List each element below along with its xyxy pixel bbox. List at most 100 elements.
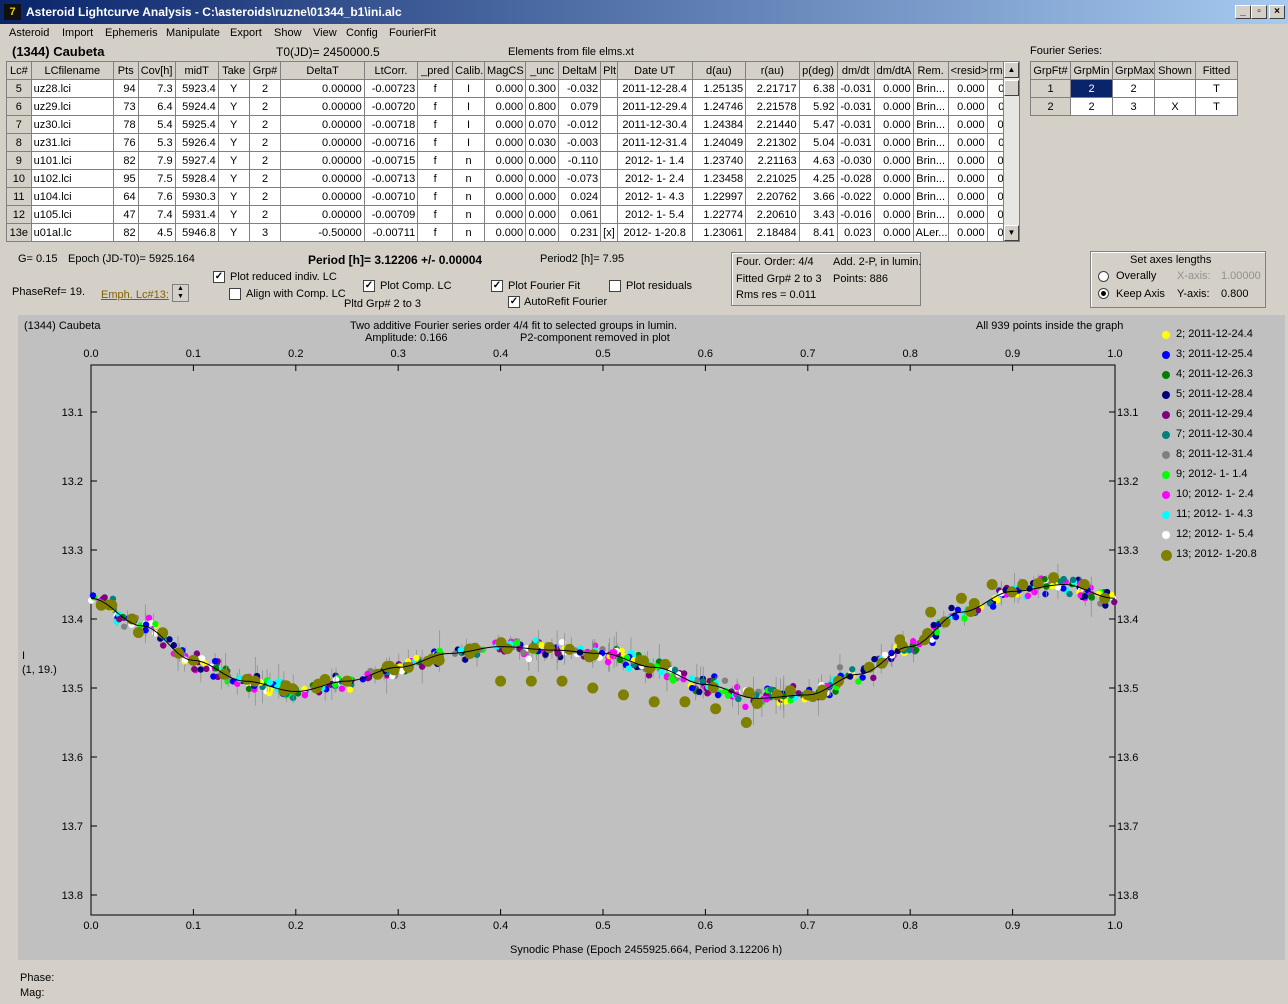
lc-col-header[interactable]: d(au): [691, 61, 747, 80]
lc-cell[interactable]: 3.66: [798, 187, 838, 206]
grp-col-header[interactable]: GrpFt#: [1030, 61, 1071, 80]
menu-config[interactable]: Config: [346, 27, 378, 39]
lc-cell[interactable]: -0.016: [836, 205, 875, 224]
lc-cell[interactable]: 2.21717: [745, 79, 800, 98]
lc-col-header[interactable]: rms res: [986, 61, 1003, 80]
lc-cell[interactable]: 2: [248, 187, 282, 206]
lc-cell[interactable]: 0.014: [986, 205, 1003, 224]
align-comp-checkbox[interactable]: [229, 288, 241, 300]
lc-cell[interactable]: 5931.4: [174, 205, 219, 224]
lightcurve-chart[interactable]: 0.0 0.0 0.1 0.1 0.2 0.2 0.3 0.3 0.4 0.4 0.5 0.5 0.6 0…: [18, 315, 1285, 960]
lc-cell[interactable]: uz28.lci: [30, 79, 114, 98]
lightcurve-plot-panel[interactable]: (1344) Caubeta Two additive Fourier seri…: [18, 315, 1285, 960]
lc-cell[interactable]: -0.031: [836, 115, 875, 134]
lc-cell[interactable]: 5.47: [798, 115, 838, 134]
grp-col-header[interactable]: Shown: [1154, 61, 1196, 80]
lc-cell[interactable]: uz31.lci: [30, 133, 114, 152]
lc-cell[interactable]: 2.21302: [745, 133, 800, 152]
lc-col-header[interactable]: DeltaM: [558, 61, 602, 80]
lc-table-scrollbar[interactable]: ▲ ▼: [1003, 61, 1020, 242]
lc-cell[interactable]: 0.00000: [280, 97, 365, 116]
lc-cell[interactable]: 0.000: [947, 97, 988, 116]
lc-cell[interactable]: [600, 97, 618, 116]
lc-row-header[interactable]: 7: [6, 115, 32, 134]
lc-cell[interactable]: 0.000: [873, 169, 914, 188]
lc-cell[interactable]: 0.011: [986, 79, 1003, 98]
lc-cell[interactable]: 2: [248, 97, 282, 116]
lc-cell[interactable]: 0.000: [947, 133, 988, 152]
lc-cell[interactable]: Y: [217, 79, 250, 98]
lc-cell[interactable]: 47: [112, 205, 139, 224]
lc-cell[interactable]: 5925.4: [174, 115, 219, 134]
overally-radio[interactable]: [1098, 271, 1109, 282]
lc-cell[interactable]: 2: [248, 169, 282, 188]
lc-cell[interactable]: 0.300: [525, 79, 560, 98]
lc-cell[interactable]: 7.9: [137, 151, 176, 170]
lc-cell[interactable]: 1.23458: [691, 169, 747, 188]
lc-col-header[interactable]: Plt: [600, 61, 618, 80]
lc-cell[interactable]: f: [417, 187, 454, 206]
lc-cell[interactable]: [600, 187, 618, 206]
lc-cell[interactable]: -0.00720: [363, 97, 419, 116]
lc-cell[interactable]: 2.18484: [745, 223, 800, 242]
lc-cell[interactable]: -0.00709: [363, 205, 419, 224]
grp-cell[interactable]: 2: [1030, 97, 1071, 116]
lc-cell[interactable]: uz30.lci: [30, 115, 114, 134]
lc-cell[interactable]: 2012- 1- 5.4: [616, 205, 693, 224]
lc-cell[interactable]: -0.003: [558, 133, 602, 152]
lc-col-header[interactable]: Date UT: [616, 61, 693, 80]
lc-cell[interactable]: 5923.4: [174, 79, 219, 98]
lc-col-header[interactable]: Take: [217, 61, 250, 80]
lc-cell[interactable]: u104.lci: [30, 187, 114, 206]
lc-cell[interactable]: 7.4: [137, 205, 176, 224]
close-button[interactable]: ×: [1269, 5, 1285, 19]
lc-cell[interactable]: 8.41: [798, 223, 838, 242]
lc-table-row[interactable]: 12 u105.lci 47 7.4 5931.4 Y 2 0.00000 -0.00709 f n…: [6, 205, 1003, 224]
lc-cell[interactable]: I: [452, 97, 486, 116]
lc-row-header[interactable]: 9: [6, 151, 32, 170]
lc-cell[interactable]: 0.00000: [280, 205, 365, 224]
lc-cell[interactable]: -0.031: [836, 133, 875, 152]
lc-cell[interactable]: 0.079: [558, 97, 602, 116]
scroll-down-arrow-icon[interactable]: ▼: [1004, 225, 1019, 241]
lc-cell[interactable]: 0.000: [873, 133, 914, 152]
lc-cell[interactable]: 2.20762: [745, 187, 800, 206]
lc-cell[interactable]: [600, 169, 618, 188]
lc-cell[interactable]: Y: [217, 205, 250, 224]
lc-cell[interactable]: n: [452, 151, 486, 170]
lc-col-header[interactable]: dm/dt: [836, 61, 875, 80]
lc-table-row[interactable]: 9 u101.lci 82 7.9 5927.4 Y 2 0.00000 -0.00715 f n 0…: [6, 151, 1003, 170]
lc-cell[interactable]: 94: [112, 79, 139, 98]
menu-asteroid[interactable]: Asteroid: [9, 27, 49, 39]
lc-cell[interactable]: 6.38: [798, 79, 838, 98]
lc-cell[interactable]: [600, 115, 618, 134]
lc-cell[interactable]: I: [452, 133, 486, 152]
lc-cell[interactable]: 0.000: [873, 223, 914, 242]
lc-row-header[interactable]: 11: [6, 187, 32, 206]
lc-cell[interactable]: 0.000: [484, 79, 527, 98]
lc-cell[interactable]: -0.012: [558, 115, 602, 134]
lc-cell[interactable]: 0.00000: [280, 151, 365, 170]
lc-cell[interactable]: -0.110: [558, 151, 602, 170]
lc-cell[interactable]: 0.000: [873, 187, 914, 206]
lc-cell[interactable]: 5946.8: [174, 223, 219, 242]
lc-cell[interactable]: 2: [248, 151, 282, 170]
lc-cell[interactable]: 0.800: [525, 97, 560, 116]
lc-cell[interactable]: 2.21440: [745, 115, 800, 134]
lc-cell[interactable]: 3: [248, 223, 282, 242]
lc-cell[interactable]: f: [417, 79, 454, 98]
lc-cell[interactable]: 2011-12-28.4: [616, 79, 693, 98]
lc-cell[interactable]: Brin...: [912, 133, 949, 152]
menu-import[interactable]: Import: [62, 27, 93, 39]
lc-cell[interactable]: Brin...: [912, 97, 949, 116]
lc-cell[interactable]: 0.009: [986, 187, 1003, 206]
lc-col-header[interactable]: r(au): [745, 61, 800, 80]
lc-col-header[interactable]: DeltaT: [280, 61, 365, 80]
lc-cell[interactable]: 0.000: [873, 79, 914, 98]
lc-cell[interactable]: 0.000: [947, 205, 988, 224]
grp-col-header[interactable]: GrpMax: [1112, 61, 1155, 80]
lc-cell[interactable]: 2012- 1- 4.3: [616, 187, 693, 206]
lc-cell[interactable]: ALer...: [912, 223, 949, 242]
lc-cell[interactable]: I: [452, 115, 486, 134]
lc-row-header[interactable]: 5: [6, 79, 32, 98]
